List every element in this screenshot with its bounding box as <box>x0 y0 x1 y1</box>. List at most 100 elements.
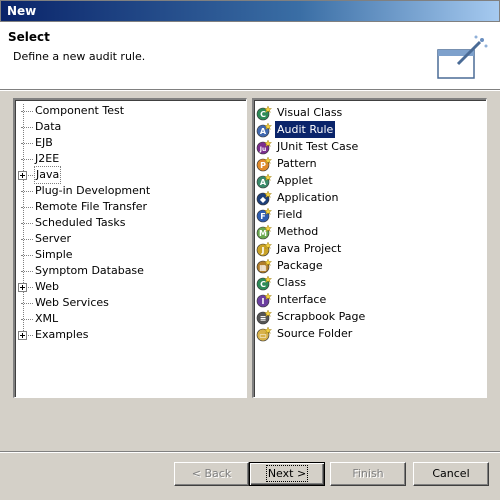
tree-connector <box>21 127 33 128</box>
svg-text:≡: ≡ <box>260 314 267 323</box>
tree-item-label: Examples <box>35 328 89 341</box>
wizard-item-label: Applet <box>277 174 313 187</box>
applet-icon: A <box>256 173 272 189</box>
svg-text:A: A <box>260 178 267 187</box>
wizard-item[interactable]: ≡ Scrapbook Page <box>256 308 484 325</box>
svg-text:F: F <box>260 212 265 221</box>
junit-icon: Ju <box>256 139 272 155</box>
svg-text:C: C <box>260 110 266 119</box>
java-project-icon: J <box>256 241 272 257</box>
visual-class-icon: C <box>256 105 272 121</box>
wizard-item-label: Method <box>277 225 319 238</box>
wizard-item[interactable]: A Audit Rule <box>256 121 484 138</box>
tree-item[interactable]: Data <box>15 119 245 135</box>
tree-item-label: Web <box>35 280 59 293</box>
tree-connector <box>21 239 33 240</box>
wizard-banner: Select Define a new audit rule. <box>0 22 500 90</box>
tree-item[interactable]: XML <box>15 311 245 327</box>
application-icon: ◆ <box>256 190 272 206</box>
audit-rule-icon: A <box>256 122 272 138</box>
scrapbook-icon: ≡ <box>256 309 272 325</box>
tree-item[interactable]: Component Test <box>15 103 245 119</box>
tree-item-label: Server <box>35 232 72 245</box>
wizard-item-label: Audit Rule <box>275 121 336 138</box>
wizard-item-label: Pattern <box>277 157 317 170</box>
back-button[interactable]: < Back <box>174 462 249 486</box>
expand-icon[interactable] <box>18 331 27 340</box>
svg-text:Ju: Ju <box>259 146 267 153</box>
wizard-item-label: Package <box>277 259 323 272</box>
tree-item[interactable]: Server <box>15 231 245 247</box>
tree-connector <box>21 143 33 144</box>
interface-icon: I <box>256 292 272 308</box>
tree-item[interactable]: EJB <box>15 135 245 151</box>
tree-item[interactable]: J2EE <box>15 151 245 167</box>
wizard-item[interactable]: C Visual Class <box>256 104 484 121</box>
tree-item-label: Simple <box>35 248 73 261</box>
svg-text:J: J <box>261 246 265 255</box>
wizard-item[interactable]: ▦ Package <box>256 257 484 274</box>
tree-connector <box>21 191 33 192</box>
tree-item[interactable]: Examples <box>15 327 245 343</box>
tree-item[interactable]: Web <box>15 279 245 295</box>
wizard-item-label: JUnit Test Case <box>277 140 359 153</box>
wizard-item[interactable]: ▭ Source Folder <box>256 325 484 342</box>
wizard-list[interactable]: C Visual Class A Audit Rule Ju JUnit Test Cas… <box>252 98 487 398</box>
class-icon: C <box>256 275 272 291</box>
svg-text:M: M <box>259 229 267 238</box>
finish-button[interactable]: Finish <box>330 462 406 486</box>
tree-connector <box>21 207 33 208</box>
tree-item[interactable]: Symptom Database <box>15 263 245 279</box>
wizard-item[interactable]: F Field <box>256 206 484 223</box>
tree-item[interactable]: Remote File Transfer <box>15 199 245 215</box>
expand-icon[interactable] <box>18 171 27 180</box>
banner-message: Define a new audit rule. <box>13 50 146 63</box>
tree-item-label: EJB <box>35 136 53 149</box>
tree-connector <box>21 159 33 160</box>
tree-item-label: Java <box>33 166 62 184</box>
wizard-item-label: Visual Class <box>277 106 343 119</box>
wizard-item-label: Source Folder <box>277 327 353 340</box>
wizard-item-label: Java Project <box>277 242 342 255</box>
svg-text:I: I <box>262 297 265 306</box>
tree-item-label: Component Test <box>35 104 125 117</box>
wizard-item-label: Application <box>277 191 339 204</box>
svg-text:▦: ▦ <box>259 263 267 272</box>
wizard-item-label: Interface <box>277 293 327 306</box>
tree-item-label: J2EE <box>35 152 60 165</box>
wizard-item-label: Scrapbook Page <box>277 310 366 323</box>
category-tree[interactable]: Component Test Data EJB J2EE Java Plug-in Dev… <box>13 98 247 398</box>
window-title: New <box>7 4 37 18</box>
tree-item[interactable]: Plug-in Development <box>15 183 245 199</box>
tree-item-label: Data <box>35 120 62 133</box>
wizard-item[interactable]: C Class <box>256 274 484 291</box>
tree-item-label: Remote File Transfer <box>35 200 148 213</box>
tree-item[interactable]: Web Services <box>15 295 245 311</box>
wizard-item[interactable]: P Pattern <box>256 155 484 172</box>
tree-connector <box>21 255 33 256</box>
tree-item-label: Scheduled Tasks <box>35 216 126 229</box>
next-button[interactable]: Next > <box>249 462 325 486</box>
field-icon: F <box>256 207 272 223</box>
wizard-item[interactable]: A Applet <box>256 172 484 189</box>
package-icon: ▦ <box>256 258 272 274</box>
method-icon: M <box>256 224 272 240</box>
cancel-button[interactable]: Cancel <box>413 462 489 486</box>
source-folder-icon: ▭ <box>256 326 272 342</box>
wizard-item[interactable]: M Method <box>256 223 484 240</box>
tree-connector <box>21 271 33 272</box>
wizard-item[interactable]: I Interface <box>256 291 484 308</box>
wizard-item[interactable]: J Java Project <box>256 240 484 257</box>
wizard-item-label: Class <box>277 276 306 289</box>
tree-item-label: Symptom Database <box>35 264 144 277</box>
tree-item[interactable]: Simple <box>15 247 245 263</box>
tree-item[interactable]: Scheduled Tasks <box>15 215 245 231</box>
wizard-item[interactable]: Ju JUnit Test Case <box>256 138 484 155</box>
tree-connector <box>21 319 33 320</box>
svg-text:A: A <box>260 127 267 136</box>
tree-item[interactable]: Java <box>15 166 245 184</box>
pattern-icon: P <box>256 156 272 172</box>
expand-icon[interactable] <box>18 283 27 292</box>
wizard-item[interactable]: ◆ Application <box>256 189 484 206</box>
title-bar: New <box>0 0 500 22</box>
